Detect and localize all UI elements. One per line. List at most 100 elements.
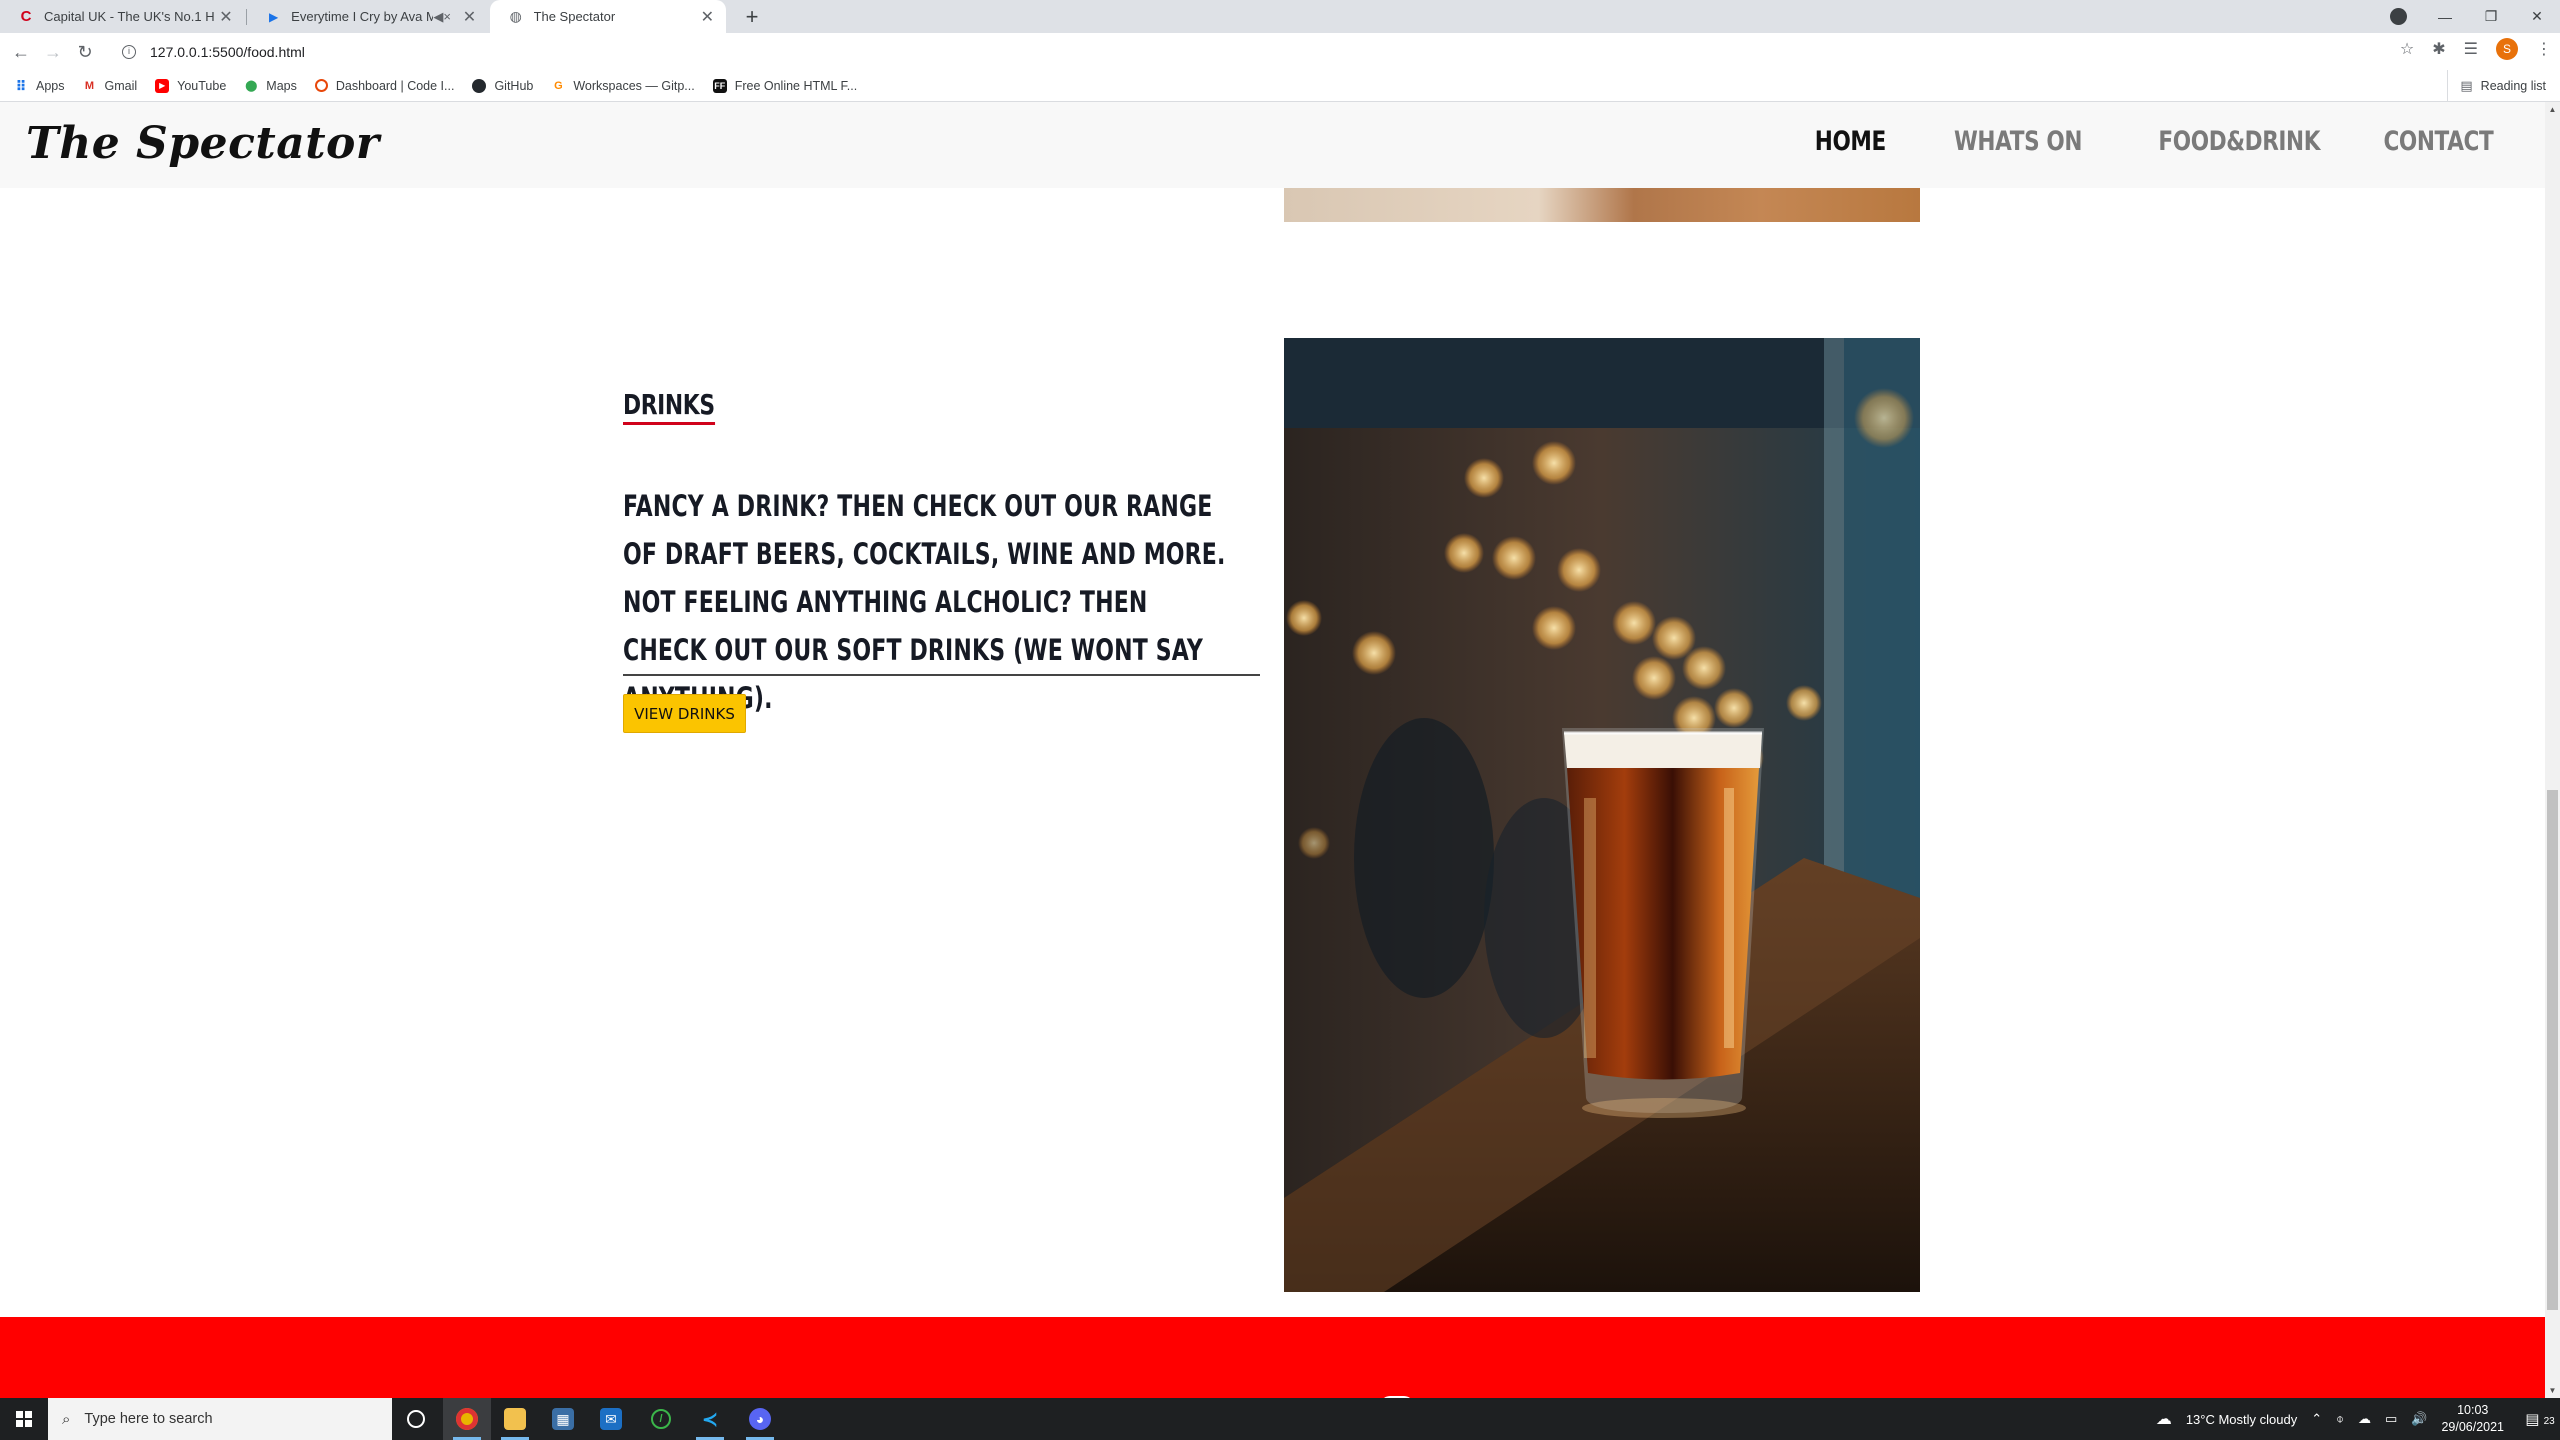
tab-separator: [246, 9, 247, 25]
store-bag-icon: ▦: [552, 1408, 574, 1430]
network-icon[interactable]: ▭: [2385, 1411, 2397, 1427]
usb-icon[interactable]: ⌽: [2336, 1411, 2344, 1427]
volume-icon[interactable]: 🔊: [2411, 1411, 2427, 1427]
bookmark-apps[interactable]: ⠿ Apps: [14, 79, 65, 93]
windows-logo-icon: [16, 1411, 32, 1427]
tab-capital-uk[interactable]: C Capital UK - The UK's No.1 Hit M ✕: [0, 0, 245, 33]
view-drinks-button[interactable]: VIEW DRINKS: [623, 694, 746, 733]
close-icon[interactable]: ✕: [699, 7, 716, 27]
close-icon[interactable]: ✕: [461, 7, 478, 27]
bookmark-dashboard[interactable]: Dashboard | Code I...: [314, 78, 455, 93]
bookmark-gmail[interactable]: M Gmail: [83, 78, 138, 93]
bookmark-maps[interactable]: ⬤ Maps: [244, 79, 297, 93]
bookmark-label: GitHub: [494, 78, 534, 93]
bookmark-label: Maps: [266, 78, 297, 93]
clock[interactable]: 10:03 29/06/2021: [2441, 1402, 2504, 1436]
nav-home[interactable]: HOME: [1814, 126, 1885, 157]
nav-whats-on[interactable]: WHATS ON: [1954, 126, 2082, 157]
bookmark-gitpod[interactable]: G Workspaces — Gitp...: [551, 79, 695, 93]
bookmark-label: Free Online HTML F...: [734, 78, 858, 93]
bookmark-github[interactable]: GitHub: [472, 78, 534, 93]
taskbar-upwork[interactable]: /: [637, 1398, 685, 1440]
address-bar[interactable]: i 127.0.0.1:5500/food.html: [112, 37, 2412, 66]
notification-icon: ▤: [2525, 1411, 2540, 1428]
site-header: The Spectator HOME WHATS ON FOOD&DRINK C…: [0, 102, 2545, 188]
beer-glass-image: [1284, 338, 1920, 1292]
taskbar-store[interactable]: ▦: [539, 1398, 587, 1440]
tab-search-icon[interactable]: [2390, 8, 2407, 25]
bookmark-star-icon[interactable]: ☆: [2400, 39, 2414, 59]
weather-cloud-icon[interactable]: ☁: [2156, 1409, 2172, 1429]
media-queue-icon[interactable]: ☰: [2464, 39, 2478, 59]
tab-title: Capital UK - The UK's No.1 Hit M: [44, 9, 214, 24]
chevron-up-icon[interactable]: ⌃: [2311, 1411, 2322, 1427]
play-icon: ▶: [268, 9, 279, 24]
taskbar-vscode[interactable]: ≺: [686, 1398, 734, 1440]
extensions-icon[interactable]: ✱: [2432, 39, 2445, 59]
taskbar-chrome[interactable]: [443, 1398, 491, 1440]
speaker-muted-icon[interactable]: ◀×: [433, 9, 451, 25]
search-placeholder: Type here to search: [84, 1411, 213, 1427]
taskbar-search-box[interactable]: ⌕ Type here to search: [48, 1398, 392, 1440]
tab-title: The Spectator: [533, 9, 616, 24]
close-icon[interactable]: ✕: [217, 7, 235, 27]
html-formatter-icon: FF: [712, 78, 727, 93]
back-arrow-icon[interactable]: ←: [8, 39, 34, 65]
restore-icon[interactable]: ❐: [2468, 8, 2514, 25]
minimize-icon[interactable]: —: [2422, 9, 2468, 25]
bookmark-label: Dashboard | Code I...: [335, 78, 455, 93]
drinks-heading: DRINKS: [623, 388, 715, 425]
profile-avatar[interactable]: S: [2496, 38, 2518, 60]
bookmark-html-formatter[interactable]: FF Free Online HTML F...: [712, 78, 858, 93]
onedrive-icon[interactable]: ☁: [2358, 1411, 2371, 1427]
drinks-description: Fancy a drink? Then check out our range …: [623, 489, 1226, 715]
taskbar-file-explorer[interactable]: [491, 1398, 539, 1440]
reload-icon[interactable]: ↻: [72, 39, 98, 65]
new-tab-button[interactable]: +: [738, 3, 766, 31]
scrollbar-thumb[interactable]: [2547, 790, 2558, 1310]
capital-logo-icon: C: [20, 8, 32, 25]
url-text[interactable]: 127.0.0.1:5500/food.html: [150, 44, 305, 60]
toolbar-actions: ☆ ✱ ☰ S ⋮: [2400, 38, 2552, 60]
taskbar-mail[interactable]: ✉: [587, 1398, 635, 1440]
chrome-icon: [456, 1408, 478, 1430]
menu-kebab-icon[interactable]: ⋮: [2536, 39, 2552, 59]
close-window-icon[interactable]: ✕: [2514, 8, 2560, 25]
reading-list-label: Reading list: [2480, 79, 2546, 93]
maps-icon: ⬤: [245, 79, 258, 92]
scroll-down-arrow-icon[interactable]: ▼: [2545, 1383, 2560, 1398]
divider: [623, 674, 1260, 676]
cortana-button[interactable]: [392, 1398, 440, 1440]
notification-count: 23: [2543, 1416, 2555, 1427]
reading-list-button[interactable]: ▤ Reading list: [2447, 70, 2546, 102]
upwork-icon: /: [651, 1409, 671, 1429]
notification-center-button[interactable]: ▤ 23: [2520, 1410, 2560, 1428]
browser-tab-bar: C Capital UK - The UK's No.1 Hit M ✕ ▶ E…: [0, 0, 2560, 33]
bookmark-label: Gmail: [104, 78, 138, 93]
tab-the-spectator[interactable]: ◍ The Spectator ✕: [490, 0, 726, 33]
site-info-icon[interactable]: i: [122, 44, 136, 59]
forward-arrow-icon[interactable]: →: [40, 39, 66, 65]
nav-food-drink[interactable]: FOOD&DRINK: [2158, 126, 2320, 157]
dashboard-icon: [314, 79, 328, 92]
clock-date: 29/06/2021: [2441, 1420, 2504, 1434]
nav-contact[interactable]: CONTACT: [2383, 126, 2493, 157]
window-controls: — ❐ ✕: [2422, 0, 2560, 33]
youtube-icon: ▶: [155, 78, 170, 93]
tab-ava-max[interactable]: ▶ Everytime I Cry by Ava Max | ◀× ✕: [248, 0, 488, 33]
scroll-up-arrow-icon[interactable]: ▲: [2545, 102, 2560, 117]
bookmark-youtube[interactable]: ▶ YouTube: [155, 78, 226, 93]
gmail-icon: M: [84, 79, 95, 92]
start-button[interactable]: [0, 1398, 48, 1440]
mail-icon: ✉: [600, 1408, 622, 1430]
search-icon: ⌕: [62, 1410, 71, 1428]
food-image-bottom-edge: [1284, 188, 1920, 222]
page-scrollbar[interactable]: ▲ ▼: [2545, 102, 2560, 1398]
site-footer: [0, 1317, 2545, 1398]
windows-taskbar: ⌕ Type here to search ▦ ✉ / ≺ ◕ ☁ 13°C M…: [0, 1398, 2560, 1440]
site-logo[interactable]: The Spectator: [26, 118, 380, 169]
taskbar-discord[interactable]: ◕: [736, 1398, 784, 1440]
beer-glass-illustration: [1284, 338, 1920, 1292]
browser-toolbar: ← → ↻ i 127.0.0.1:5500/food.html ☆ ✱ ☰ S…: [0, 33, 2560, 70]
weather-text[interactable]: 13°C Mostly cloudy: [2186, 1412, 2297, 1427]
